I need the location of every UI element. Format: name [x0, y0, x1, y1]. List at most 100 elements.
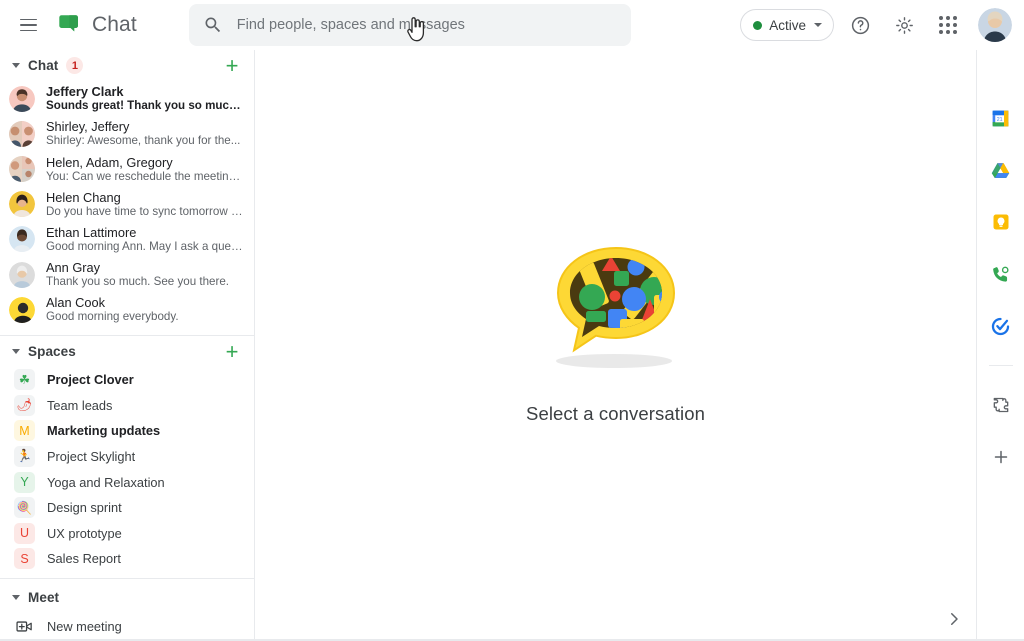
caret-down-icon-spaces[interactable]: [12, 349, 20, 354]
conversation-name: Alan Cook: [46, 295, 106, 311]
list-item-text: Ethan Lattimore Good morning Ann. May I …: [46, 225, 244, 254]
chevron-right-icon[interactable]: [938, 603, 970, 635]
space-label: Team leads: [47, 397, 113, 413]
sidebar-item-new-meeting[interactable]: New meeting: [0, 613, 254, 641]
list-item[interactable]: Alan Cook Good morning everybody.: [0, 292, 254, 327]
conversation-list[interactable]: Jeffery Clark Sounds great! Thank you so…: [0, 81, 254, 334]
conversation-preview: You: Can we reschedule the meeting for..…: [46, 169, 244, 183]
chevron-down-icon: [814, 23, 822, 27]
new-meeting-camera-icon: [14, 617, 34, 637]
new-space-plus-icon[interactable]: +: [218, 338, 246, 366]
avatar: [9, 85, 35, 112]
add-ons-puzzle-icon[interactable]: [985, 389, 1017, 421]
list-item[interactable]: Helen Chang Do you have time to sync tom…: [0, 187, 254, 222]
space-label: UX prototype: [47, 525, 122, 541]
space-label: Design sprint: [47, 500, 122, 516]
meet-item-label: New meeting: [47, 619, 122, 635]
app-body: Chat 1 + Jeffery Clark Sounds great! Tha…: [0, 50, 1024, 641]
search-icon: [203, 15, 223, 35]
avatar: [9, 155, 35, 182]
meet-section-header: Meet: [0, 582, 254, 613]
conversation-preview: Thank you so much. See you there.: [46, 275, 230, 289]
avatar: [9, 191, 35, 218]
google-calendar-icon[interactable]: 21: [985, 102, 1017, 134]
meet-list: New meeting My meetings: [0, 613, 254, 641]
google-tasks-icon[interactable]: [985, 310, 1017, 342]
chat-section-header: Chat 1 +: [0, 50, 254, 81]
space-lollipop-icon: 🍭: [14, 497, 35, 519]
right-side-panel: 21: [976, 50, 1024, 641]
empty-state-text: Select a conversation: [526, 402, 705, 424]
list-item[interactable]: Shirley, Jeffery Shirley: Awesome, thank…: [0, 116, 254, 151]
conversation-name: Helen Chang: [46, 189, 121, 205]
space-label: Sales Report: [47, 551, 121, 567]
caret-down-icon-meet[interactable]: [12, 594, 20, 600]
search-box[interactable]: [188, 4, 631, 46]
sidebar-item-project-skylight[interactable]: 🏃 Project Skylight: [0, 444, 254, 470]
divider: [0, 577, 254, 579]
new-chat-plus-icon[interactable]: +: [218, 52, 246, 80]
google-keep-icon[interactable]: [985, 206, 1017, 238]
conversation-name: Jeffery Clark: [46, 84, 124, 100]
list-item-text: Alan Cook Good morning everybody.: [46, 295, 244, 324]
search-container: [188, 4, 631, 46]
avatar[interactable]: [978, 8, 1012, 42]
sidebar-item-team-leads[interactable]: 🌶 Team leads: [0, 393, 254, 419]
gear-icon[interactable]: [886, 7, 922, 43]
list-item-text: Shirley, Jeffery Shirley: Awesome, thank…: [46, 119, 244, 148]
spaces-section-header: Spaces +: [0, 336, 254, 367]
sidebar-item-design-sprint[interactable]: 🍭 Design sprint: [0, 495, 254, 521]
list-item[interactable]: Helen, Adam, Gregory You: Can we resched…: [0, 151, 254, 186]
list-item[interactable]: Ethan Lattimore Good morning Ann. May I …: [0, 222, 254, 257]
sidebar-item-yoga-and-relaxation[interactable]: Y Yoga and Relaxation: [0, 469, 254, 495]
google-drive-icon[interactable]: [985, 154, 1017, 186]
conversation-name: Ann Gray: [46, 260, 101, 276]
list-item[interactable]: Ann Gray Thank you so much. See you ther…: [0, 257, 254, 292]
status-badge[interactable]: Active: [740, 9, 834, 41]
chat-bubble-shapes-illustration: [536, 233, 696, 383]
help-circle-icon[interactable]: [842, 7, 878, 43]
search-input[interactable]: [236, 17, 617, 33]
space-letter-u-icon: U: [14, 522, 35, 544]
conversation-name: Ethan Lattimore: [46, 224, 137, 240]
brand: Chat: [55, 12, 137, 38]
list-item-text: Helen Chang Do you have time to sync tom…: [46, 190, 244, 219]
add-apps-plus-icon[interactable]: [985, 441, 1017, 473]
chat-app-window: Chat Active: [0, 0, 1024, 641]
spaces-section-title: Spaces: [28, 344, 76, 359]
google-chat-logo: [55, 12, 81, 38]
space-chili-icon: 🌶: [14, 394, 35, 416]
avatar: [9, 261, 35, 288]
space-clover-icon: ☘: [14, 369, 35, 391]
space-label: Yoga and Relaxation: [47, 474, 165, 490]
left-sidebar: Chat 1 + Jeffery Clark Sounds great! Tha…: [0, 50, 255, 641]
app-header: Chat Active: [0, 0, 1024, 50]
space-letter-s-icon: S: [14, 548, 35, 570]
header-actions: Active: [740, 7, 1012, 43]
avatar: [9, 296, 35, 323]
list-item[interactable]: Jeffery Clark Sounds great! Thank you so…: [0, 81, 254, 116]
space-letter-y-icon: Y: [14, 471, 35, 493]
space-letter-m-icon: M: [14, 420, 35, 442]
caret-down-icon-chat[interactable]: [12, 63, 20, 68]
hamburger-menu-icon[interactable]: [8, 5, 48, 45]
list-item-text: Helen, Adam, Gregory You: Can we resched…: [46, 155, 244, 184]
meet-section-title: Meet: [28, 589, 60, 605]
sidebar-item-project-clover[interactable]: ☘ Project Clover: [0, 367, 254, 393]
conversation-preview: Good morning Ann. May I ask a question?: [46, 240, 244, 254]
apps-grid-icon[interactable]: [930, 7, 966, 43]
google-voice-icon[interactable]: [985, 258, 1017, 290]
list-item-text: Ann Gray Thank you so much. See you ther…: [46, 260, 244, 289]
space-label: Project Clover: [47, 372, 134, 388]
conversation-preview: Do you have time to sync tomorrow morni.…: [46, 204, 244, 218]
space-runner-icon: 🏃: [14, 446, 35, 468]
avatar: [9, 120, 35, 147]
conversation-preview: Good morning everybody.: [46, 310, 179, 324]
conversation-name: Shirley, Jeffery: [46, 119, 130, 135]
sidebar-item-marketing-updates[interactable]: M Marketing updates: [0, 418, 254, 444]
conversation-name: Helen, Adam, Gregory: [46, 154, 173, 170]
sidebar-item-sales-report[interactable]: S Sales Report: [0, 546, 254, 572]
status-label: Active: [769, 17, 806, 33]
sidebar-item-ux-prototype[interactable]: U UX prototype: [0, 521, 254, 547]
chat-section-title: Chat: [28, 58, 59, 73]
